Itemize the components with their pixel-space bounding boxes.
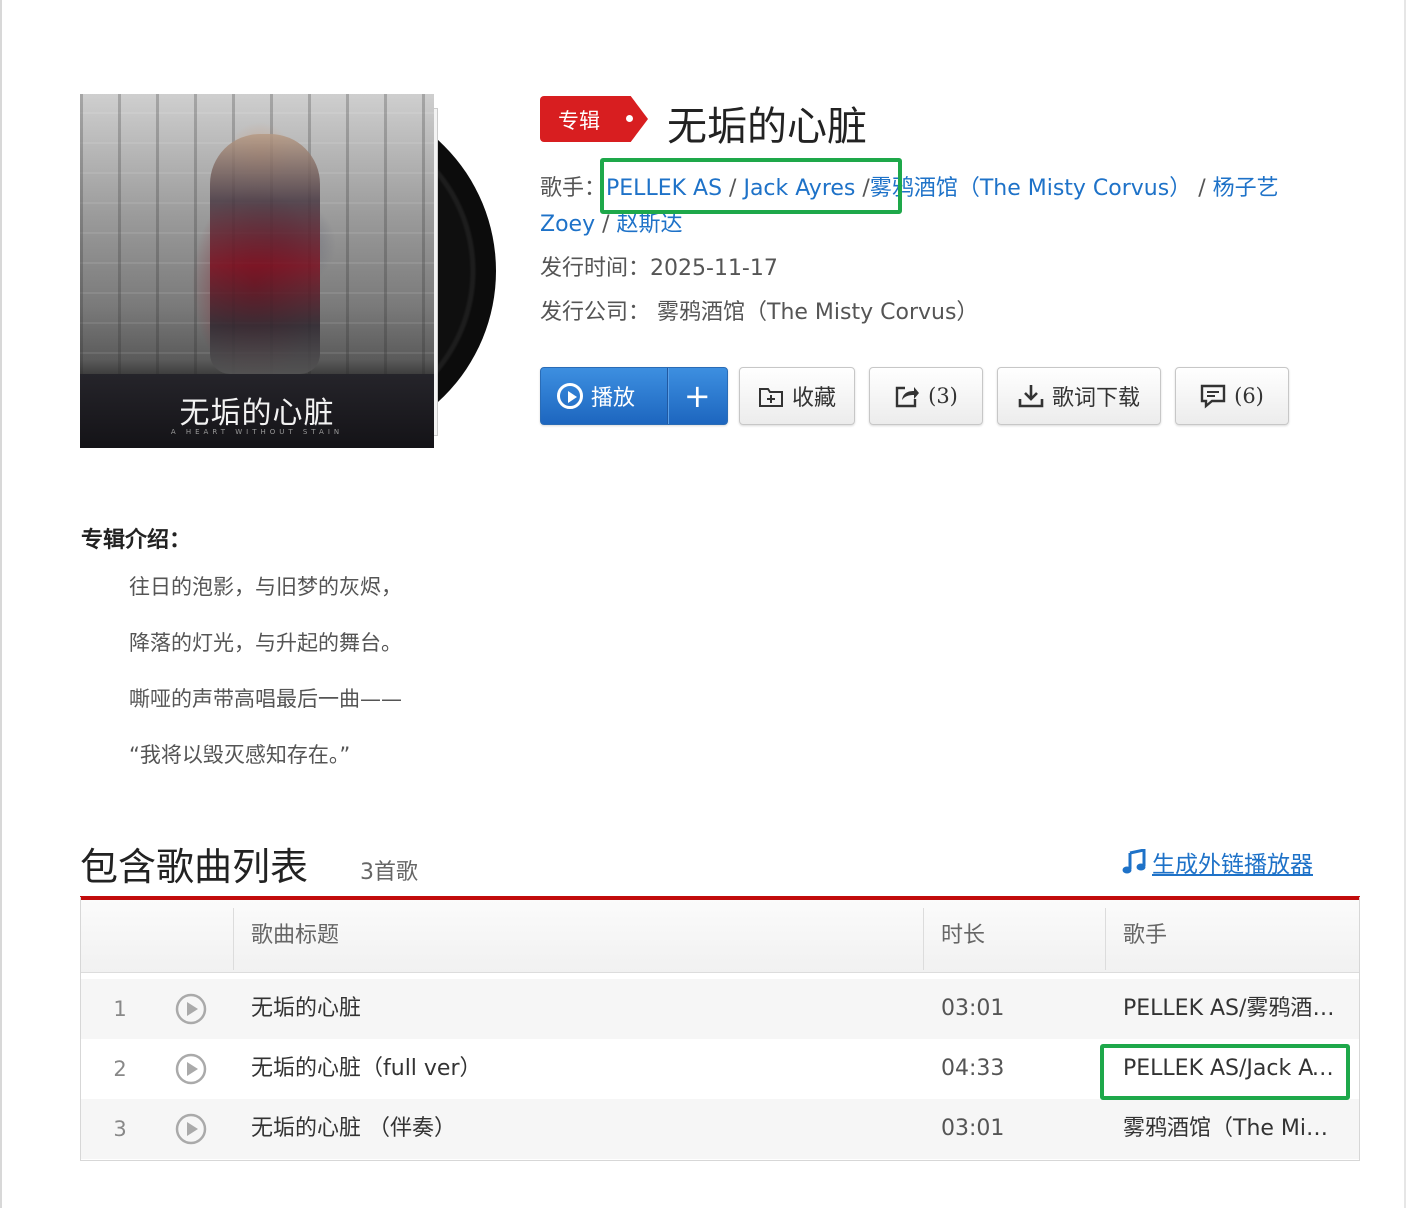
song-index: 1 <box>113 997 127 1021</box>
release-date: 发行时间：2025-11-17 <box>540 256 778 281</box>
song-title[interactable]: 无垢的心脏 （伴奏） <box>251 1099 911 1159</box>
external-player-link[interactable]: 生成外链播放器 <box>1122 845 1313 879</box>
artist-line-2: Zoey / 赵斯达 <box>540 212 683 237</box>
music-note-icon <box>1122 849 1146 874</box>
play-button-group: 播放 + <box>540 367 728 425</box>
song-duration: 03:01 <box>941 996 1005 1021</box>
column-artist: 歌手 <box>1123 923 1168 948</box>
intro-line: 降落的灯光，与升起的舞台。 <box>129 631 402 655</box>
favorite-button[interactable]: 收藏 <box>739 367 855 425</box>
column-duration: 时长 <box>941 923 986 948</box>
release-date-value: 2025-11-17 <box>650 256 778 281</box>
table-row[interactable]: 2 无垢的心脏（full ver） 04:33 PELLEK AS/Jack A… <box>81 1039 1359 1099</box>
artist-link-pellek[interactable]: PELLEK AS <box>606 176 722 201</box>
intro-line: 嘶哑的声带高唱最后一曲—— <box>129 687 402 711</box>
song-duration: 04:33 <box>941 1056 1005 1081</box>
song-count: 3首歌 <box>360 860 418 885</box>
song-duration: 03:01 <box>941 1116 1005 1141</box>
artist-link-jack-ayres[interactable]: Jack Ayres <box>743 176 855 201</box>
song-index: 2 <box>113 1057 127 1081</box>
play-song-icon[interactable] <box>175 993 207 1025</box>
share-button[interactable]: (3) <box>869 367 983 425</box>
lyrics-download-button[interactable]: 歌词下载 <box>997 367 1161 425</box>
song-title[interactable]: 无垢的心脏 <box>251 979 911 1039</box>
page-left-border <box>0 0 2 1208</box>
artist-link-zhao-sida[interactable]: 赵斯达 <box>617 212 683 237</box>
album-tag: 专辑 <box>540 96 648 142</box>
artist-line: 歌手：PELLEK AS / Jack Ayres /雾鸦酒馆（The Mist… <box>540 176 1279 201</box>
album-cover-image: 无垢的心脏 A HEART WITHOUT STAIN <box>80 94 434 448</box>
album-title: 无垢的心脏 <box>667 104 867 150</box>
download-icon <box>1018 385 1044 408</box>
add-to-playlist-button[interactable]: + <box>668 368 727 424</box>
album-cover: 无垢的心脏 A HEART WITHOUT STAIN <box>80 94 500 448</box>
song-table: 歌曲标题 时长 歌手 1 无垢的心脏 03:01 PELLEK AS/雾鸦酒馆（… <box>80 897 1360 1161</box>
play-song-icon[interactable] <box>175 1113 207 1145</box>
intro-line: “我将以毁灭感知存在。” <box>129 743 351 767</box>
song-list-title: 包含歌曲列表 <box>80 845 309 889</box>
table-row[interactable]: 1 无垢的心脏 03:01 PELLEK AS/雾鸦酒馆（The Misty C… <box>81 979 1359 1039</box>
cover-title: 无垢的心脏 <box>179 396 335 431</box>
song-title[interactable]: 无垢的心脏（full ver） <box>251 1039 911 1099</box>
artist-link-zoey[interactable]: Zoey <box>540 212 595 237</box>
play-circle-icon <box>557 383 583 409</box>
share-icon <box>895 386 920 408</box>
play-button[interactable]: 播放 <box>541 368 667 424</box>
folder-plus-icon <box>758 388 783 407</box>
comment-button[interactable]: (6) <box>1175 367 1289 425</box>
artist-label: 歌手： <box>540 176 607 201</box>
artist-link-yang-ziyi[interactable]: 杨子艺 <box>1213 176 1279 201</box>
table-header: 歌曲标题 时长 歌手 <box>81 900 1359 973</box>
table-row[interactable]: 3 无垢的心脏 （伴奏） 03:01 雾鸦酒馆（The Misty Corvus… <box>81 1099 1359 1159</box>
artist-link-misty-corvus[interactable]: 雾鸦酒馆（The Misty Corvus） <box>870 176 1191 201</box>
cover-figure <box>210 134 320 374</box>
play-song-icon[interactable] <box>175 1053 207 1085</box>
song-artist[interactable]: PELLEK AS/雾鸦酒馆（The Misty Corvus） <box>1123 979 1335 1039</box>
song-index: 3 <box>113 1117 127 1141</box>
intro-heading: 专辑介绍： <box>81 528 192 553</box>
cover-subtitle: A HEART WITHOUT STAIN <box>170 428 344 436</box>
comment-icon <box>1200 384 1226 409</box>
column-title: 歌曲标题 <box>251 923 340 948</box>
release-company: 发行公司： 雾鸦酒馆（The Misty Corvus） <box>540 300 979 325</box>
release-company-value: 雾鸦酒馆（The Misty Corvus） <box>657 300 979 325</box>
song-artist[interactable]: 雾鸦酒馆（The Misty Corvus） <box>1123 1099 1335 1159</box>
intro-line: 往日的泡影，与旧梦的灰烬， <box>129 575 402 599</box>
song-artist[interactable]: PELLEK AS/Jack Ayres <box>1123 1039 1335 1099</box>
